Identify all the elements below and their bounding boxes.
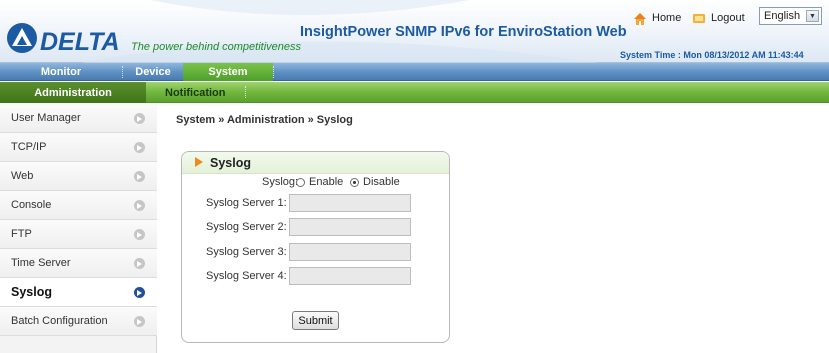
sidebar: User Manager TCP/IP Web Console FTP Time… <box>0 104 157 353</box>
sidebar-item-time-server[interactable]: Time Server <box>0 249 157 278</box>
syslog-disable-radio[interactable] <box>350 178 359 187</box>
logout-icon <box>693 13 705 23</box>
sidebar-item-label: TCP/IP <box>11 141 47 153</box>
home-icon <box>634 12 646 25</box>
syslog-server-1-input[interactable] <box>289 194 411 212</box>
syslog-server-4-label: Syslog Server 4: <box>206 270 287 282</box>
chevron-right-icon <box>134 142 145 153</box>
chevron-right-icon <box>134 171 145 182</box>
syslog-server-3-label: Syslog Server 3: <box>206 246 287 258</box>
sidebar-item-web[interactable]: Web <box>0 162 157 191</box>
brand-text: DELTA <box>40 28 120 54</box>
sidebar-item-syslog[interactable]: Syslog <box>0 278 157 307</box>
delta-logo: DELTA <box>7 23 120 54</box>
sidebar-item-label: Syslog <box>11 285 52 299</box>
sidebar-item-batch-configuration[interactable]: Batch Configuration <box>0 307 157 336</box>
header: DELTA The power behind competitiveness I… <box>0 0 829 63</box>
main-nav: Monitor Device System <box>0 63 829 81</box>
sidebar-item-label: Time Server <box>11 257 71 269</box>
sidebar-item-label: Batch Configuration <box>11 315 108 327</box>
syslog-server-3-input[interactable] <box>289 243 411 261</box>
panel-title: Syslog <box>210 156 251 170</box>
breadcrumb: System » Administration » Syslog <box>176 114 353 126</box>
tagline: The power behind competitiveness <box>131 41 301 53</box>
syslog-server-4-input[interactable] <box>289 267 411 285</box>
sidebar-item-user-manager[interactable]: User Manager <box>0 104 157 133</box>
syslog-label: Syslog: <box>262 176 299 188</box>
tab-device[interactable]: Device <box>123 63 183 81</box>
panel-header: Syslog <box>182 152 449 174</box>
chevron-right-icon <box>134 229 145 240</box>
tab-monitor[interactable]: Monitor <box>0 63 122 81</box>
sidebar-item-tcpip[interactable]: TCP/IP <box>0 133 157 162</box>
chevron-down-icon[interactable]: ▼ <box>806 10 819 22</box>
triangle-right-icon <box>195 157 203 167</box>
sub-nav: Administration Notification <box>0 82 829 103</box>
syslog-enable-label: Enable <box>309 176 344 188</box>
chevron-right-icon <box>134 287 145 298</box>
chevron-right-icon <box>134 316 145 327</box>
syslog-server-2-label: Syslog Server 2: <box>206 221 287 233</box>
subtab-administration[interactable]: Administration <box>0 82 146 103</box>
home-label: Home <box>652 12 682 24</box>
nav-divider <box>273 66 274 78</box>
app-title: InsightPower SNMP IPv6 for EnviroStation… <box>300 24 627 40</box>
syslog-disable-label: Disable <box>363 176 400 188</box>
chevron-right-icon <box>134 258 145 269</box>
submit-button[interactable]: Submit <box>292 311 339 330</box>
syslog-panel: Syslog Syslog: Enable Disable Syslog Ser… <box>181 151 450 343</box>
syslog-server-1-label: Syslog Server 1: <box>206 197 287 209</box>
sidebar-item-label: FTP <box>11 228 32 240</box>
sidebar-item-label: Console <box>11 199 52 211</box>
chevron-right-icon <box>134 200 145 211</box>
subnav-divider <box>245 86 246 98</box>
logout-link[interactable]: Logout <box>692 10 745 26</box>
syslog-enable-radio[interactable] <box>296 178 305 187</box>
subtab-notification[interactable]: Notification <box>165 82 226 103</box>
home-link[interactable]: Home <box>633 10 681 26</box>
syslog-server-2-input[interactable] <box>289 218 411 236</box>
language-select[interactable]: English ▼ <box>759 7 822 25</box>
logout-label: Logout <box>711 12 745 24</box>
language-value: English <box>764 10 801 22</box>
sidebar-item-console[interactable]: Console <box>0 191 157 220</box>
sidebar-item-label: Web <box>11 170 34 182</box>
sidebar-item-ftp[interactable]: FTP <box>0 220 157 249</box>
chevron-right-icon <box>134 113 145 124</box>
system-time: System Time : Mon 08/13/2012 AM 11:43:44 <box>620 50 804 60</box>
sidebar-item-label: User Manager <box>11 112 81 124</box>
tab-system[interactable]: System <box>183 63 273 81</box>
